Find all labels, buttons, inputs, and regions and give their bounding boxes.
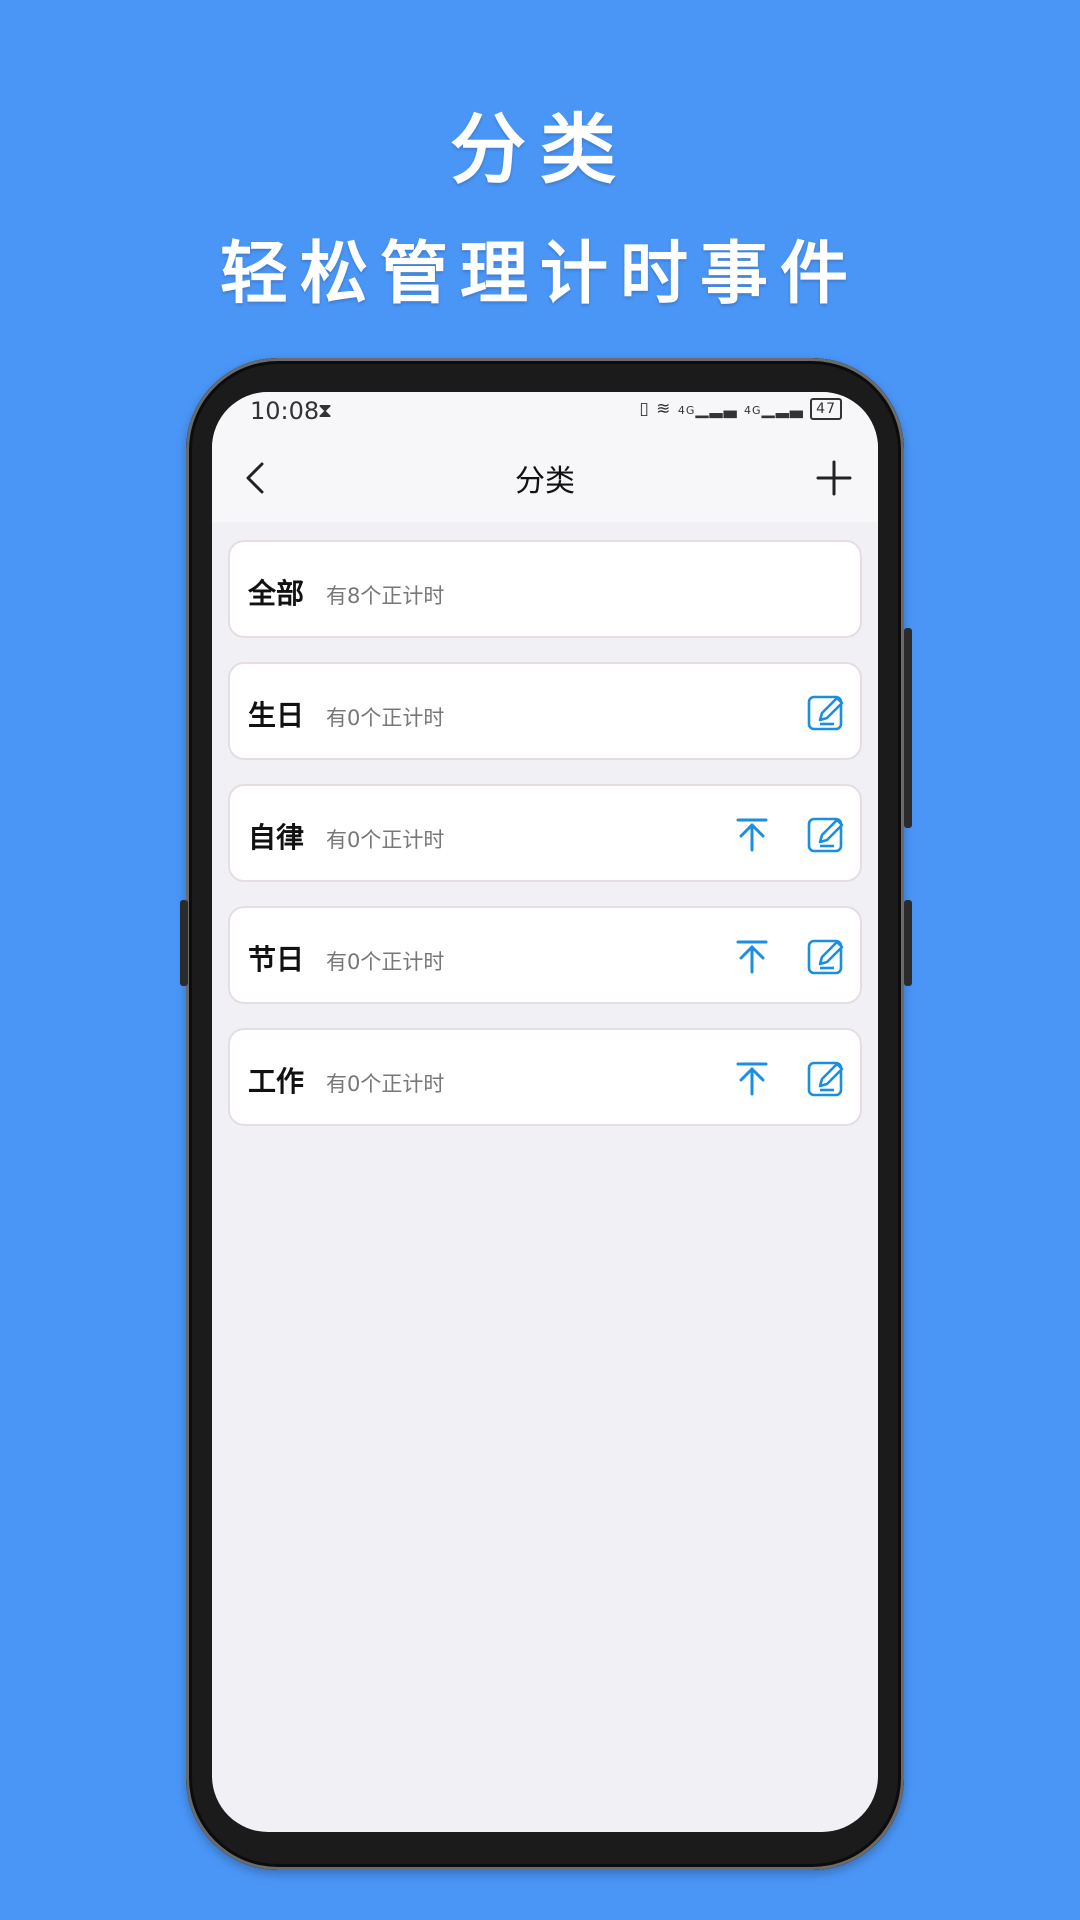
edit-button[interactable] bbox=[804, 812, 848, 856]
edit-icon bbox=[807, 939, 844, 975]
phone-side-button bbox=[904, 900, 912, 986]
edit-icon bbox=[807, 695, 844, 731]
category-name: 工作 bbox=[248, 1065, 305, 1098]
category-card-work[interactable]: 工作 有0个正计时 bbox=[228, 1028, 862, 1126]
category-name: 节日 bbox=[248, 943, 305, 976]
status-bar: 10:08 ⧗ ▯ ≋ 4G▁▂▃ 4G▁▂▃ 47 bbox=[212, 392, 878, 434]
category-count: 有0个正计时 bbox=[326, 1072, 445, 1096]
promo-title: 分类 bbox=[450, 105, 630, 194]
category-count: 有0个正计时 bbox=[326, 950, 445, 974]
battery-icon: 47 bbox=[810, 398, 842, 420]
phone-screen: 10:08 ⧗ ▯ ≋ 4G▁▂▃ 4G▁▂▃ 47 分类 全部 有8个正计时 … bbox=[212, 392, 878, 1832]
edit-button[interactable] bbox=[804, 934, 848, 978]
category-card-birthday[interactable]: 生日 有0个正计时 bbox=[228, 662, 862, 760]
vibrate-icon: ▯ bbox=[639, 399, 650, 419]
pin-top-icon bbox=[736, 940, 768, 974]
category-card-all[interactable]: 全部 有8个正计时 bbox=[228, 540, 862, 638]
pin-top-icon bbox=[736, 818, 768, 852]
status-time: 10:08 bbox=[250, 397, 320, 425]
phone-volume-button bbox=[180, 900, 188, 986]
edit-icon bbox=[807, 817, 844, 853]
hourglass-icon: ⧗ bbox=[318, 398, 333, 422]
plus-icon bbox=[816, 460, 852, 496]
category-card-self-discipline[interactable]: 自律 有0个正计时 bbox=[228, 784, 862, 882]
edit-button[interactable] bbox=[804, 690, 848, 734]
promo-subtitle: 轻松管理计时事件 bbox=[219, 234, 860, 314]
status-icons: ▯ ≋ 4G▁▂▃ 4G▁▂▃ 47 bbox=[639, 398, 842, 420]
category-count: 有0个正计时 bbox=[326, 828, 445, 852]
add-category-button[interactable] bbox=[812, 456, 856, 500]
battery-level: 47 bbox=[816, 401, 836, 417]
category-name: 全部 bbox=[248, 577, 305, 610]
pin-top-icon bbox=[736, 1062, 768, 1096]
phone-power-button bbox=[904, 628, 912, 828]
pin-to-top-button[interactable] bbox=[730, 812, 774, 856]
signal-icon: ▁▂▃ bbox=[761, 399, 804, 419]
category-count: 有8个正计时 bbox=[326, 584, 445, 608]
category-name: 生日 bbox=[248, 699, 305, 732]
category-card-holiday[interactable]: 节日 有0个正计时 bbox=[228, 906, 862, 1004]
pin-to-top-button[interactable] bbox=[730, 1056, 774, 1100]
category-name: 自律 bbox=[248, 821, 305, 854]
category-count: 有0个正计时 bbox=[326, 706, 445, 730]
signal-icon: ▁▂▃ bbox=[695, 399, 738, 419]
pin-to-top-button[interactable] bbox=[730, 934, 774, 978]
wifi-icon: ≋ bbox=[656, 399, 672, 419]
network-label-2: 4G bbox=[744, 404, 762, 417]
edit-icon bbox=[807, 1061, 844, 1097]
nav-bar: 分类 bbox=[212, 434, 878, 522]
network-label-1: 4G bbox=[677, 404, 696, 417]
edit-button[interactable] bbox=[804, 1056, 848, 1100]
page-title: 分类 bbox=[515, 464, 575, 499]
